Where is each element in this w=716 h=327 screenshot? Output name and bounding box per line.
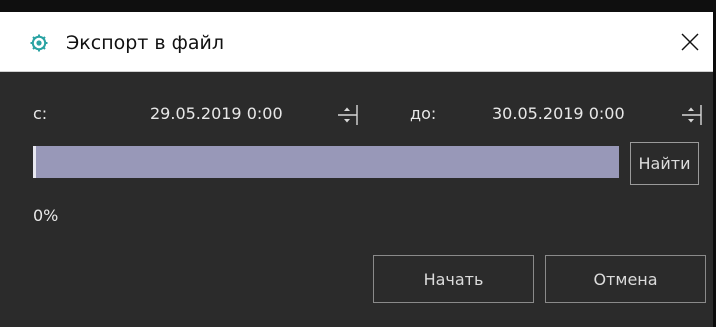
- to-label: до:: [410, 104, 437, 123]
- find-button[interactable]: Найти: [630, 142, 699, 185]
- export-progress-bar: [33, 146, 619, 178]
- cancel-button[interactable]: Отмена: [545, 255, 706, 303]
- from-spin-buttons[interactable]: [336, 104, 358, 126]
- background-strip: [0, 0, 716, 12]
- window-title: Экспорт в файл: [66, 32, 225, 54]
- to-datetime-field[interactable]: 30.05.2019 0:00: [492, 104, 625, 124]
- progress-start-marker: [33, 146, 36, 178]
- progress-percent-text: 0%: [33, 206, 59, 225]
- from-label: с:: [33, 104, 48, 123]
- close-button[interactable]: [667, 12, 713, 71]
- start-button[interactable]: Начать: [373, 255, 534, 303]
- from-datetime-field[interactable]: 29.05.2019 0:00: [150, 104, 283, 124]
- to-spin-buttons[interactable]: [680, 104, 702, 126]
- export-dialog: Экспорт в файл с: 29.05.2019 0:00 до: 30…: [0, 0, 716, 327]
- title-bar[interactable]: Экспорт в файл: [0, 12, 713, 72]
- app-icon: [30, 34, 48, 52]
- close-icon: [681, 33, 699, 50]
